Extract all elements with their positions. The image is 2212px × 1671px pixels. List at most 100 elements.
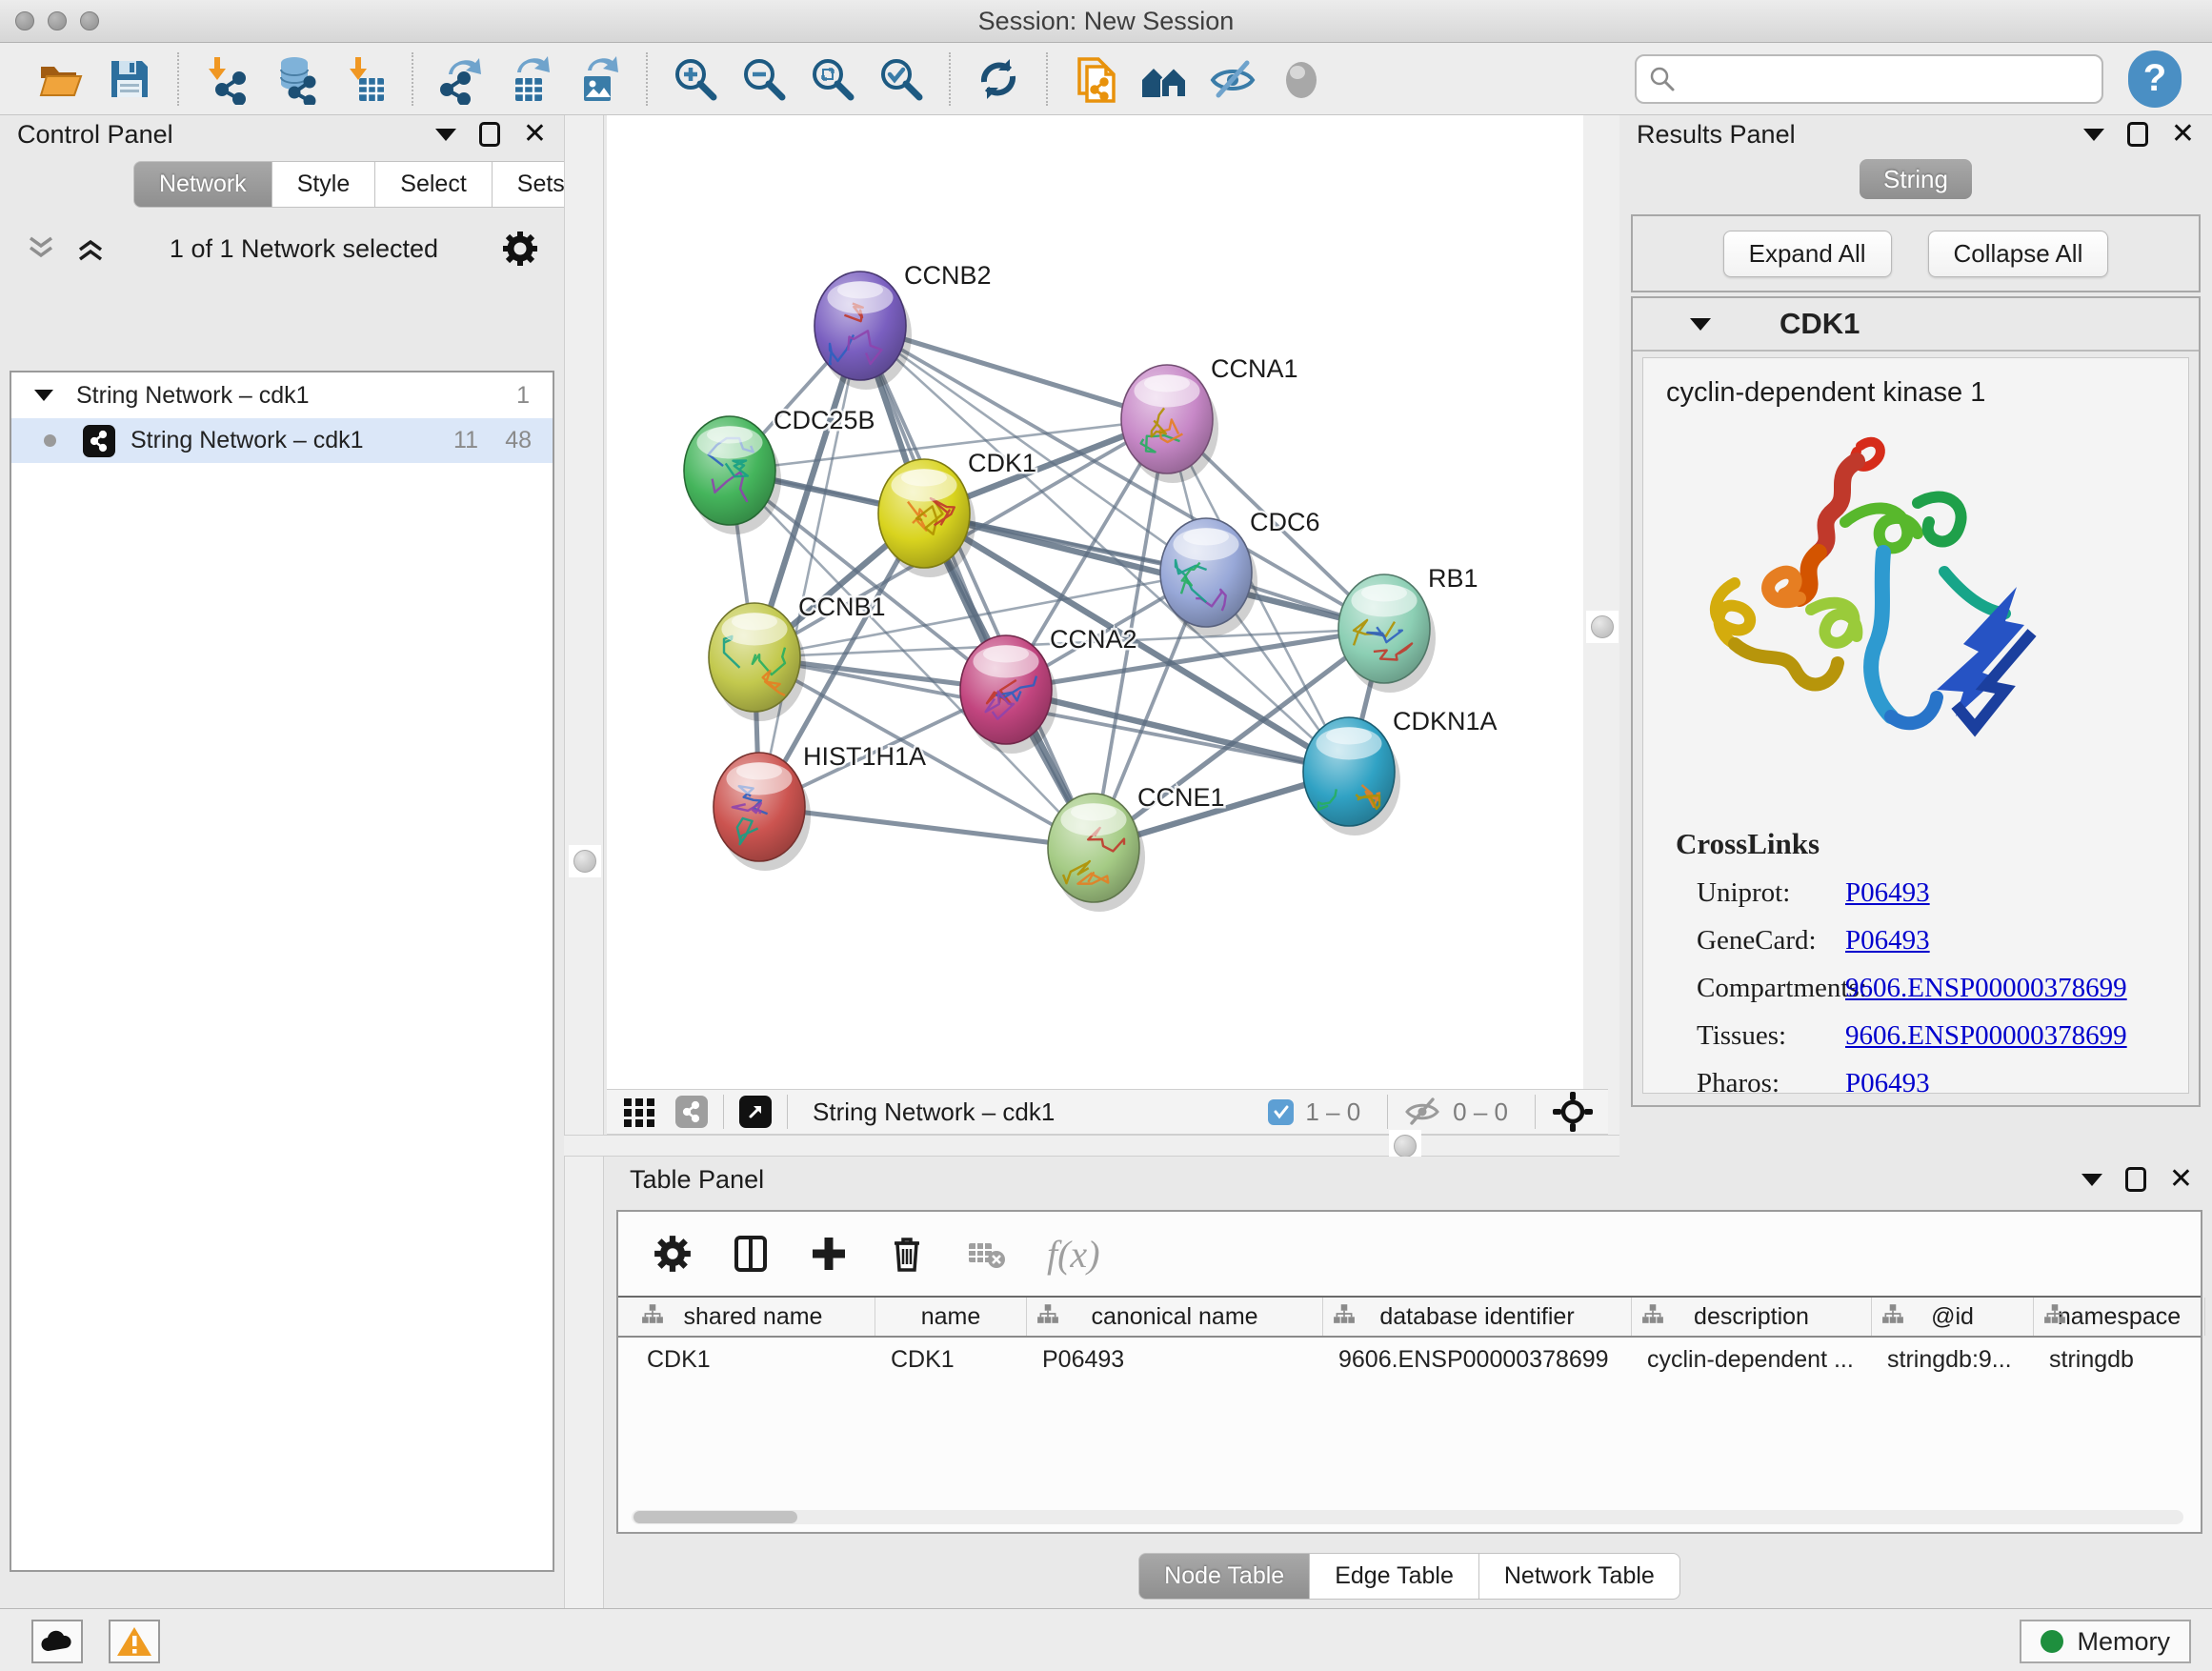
show-all-button[interactable]: [1274, 51, 1329, 107]
import-network-file-button[interactable]: [199, 51, 254, 107]
node-CDKN1A[interactable]: [1303, 717, 1395, 826]
import-table-button[interactable]: [336, 51, 392, 107]
search-input[interactable]: [1686, 64, 2090, 93]
network-options-gear-icon[interactable]: [501, 230, 539, 268]
crosslink-link[interactable]: 9606.ENSP00000378699: [1845, 973, 2127, 1004]
open-session-button[interactable]: [33, 51, 89, 107]
right-splitter[interactable]: [1581, 115, 1621, 1157]
tab-network-table[interactable]: Network Table: [1479, 1553, 1680, 1600]
crosslink-row: Uniprot:P06493: [1643, 877, 2188, 909]
node-RB1[interactable]: [1338, 574, 1430, 683]
table-panel: Table Panel ✕: [607, 1157, 2212, 1608]
close-panel-icon[interactable]: ✕: [2171, 120, 2195, 149]
collapse-gene-icon[interactable]: [1690, 318, 1711, 331]
export-image-button[interactable]: [571, 51, 626, 107]
node-CCNB1[interactable]: [709, 603, 800, 712]
crosslink-link[interactable]: P06493: [1845, 1068, 1930, 1094]
show-columns-icon[interactable]: [731, 1234, 771, 1274]
tab-node-table[interactable]: Node Table: [1138, 1553, 1310, 1600]
node-CCNE1[interactable]: [1048, 794, 1139, 902]
table-row[interactable]: CDK1CDK1P064939606.ENSP00000378699cyclin…: [618, 1338, 2201, 1381]
collapse-all-icon[interactable]: [25, 234, 57, 263]
zoom-out-button[interactable]: [736, 51, 792, 107]
table-options-gear-icon[interactable]: [653, 1234, 693, 1274]
close-panel-icon[interactable]: ✕: [523, 120, 547, 149]
gene-header-row[interactable]: CDK1: [1633, 298, 2199, 352]
network-row-selected[interactable]: String Network – cdk1 11 48: [11, 418, 553, 463]
node-CCNA2[interactable]: [960, 635, 1052, 744]
node-CCNA1[interactable]: [1121, 365, 1213, 473]
zoom-fit-button[interactable]: [805, 51, 860, 107]
node-CDC6[interactable]: [1160, 518, 1252, 627]
collapse-all-button[interactable]: Collapse All: [1928, 231, 2109, 277]
save-session-button[interactable]: [102, 51, 157, 107]
panel-menu-icon[interactable]: [435, 129, 456, 141]
zoom-selected-button[interactable]: [874, 51, 929, 107]
center-view-icon[interactable]: [1551, 1090, 1595, 1134]
tab-edge-table[interactable]: Edge Table: [1310, 1553, 1479, 1600]
node-CDC25B[interactable]: [684, 416, 775, 525]
panel-menu-icon[interactable]: [2083, 129, 2104, 141]
table-cell[interactable]: 9606.ENSP00000378699: [1323, 1346, 1632, 1374]
float-panel-icon[interactable]: [479, 122, 500, 147]
float-panel-icon[interactable]: [2127, 122, 2148, 147]
tab-network[interactable]: Network: [133, 161, 272, 208]
splitter-grip[interactable]: [569, 845, 601, 877]
grid-view-icon[interactable]: [620, 1093, 658, 1131]
left-splitter[interactable]: [564, 115, 604, 1608]
zoom-in-button[interactable]: [668, 51, 723, 107]
close-panel-icon[interactable]: ✕: [2169, 1165, 2193, 1194]
cloud-status-button[interactable]: [31, 1620, 83, 1663]
birdseye-view-icon[interactable]: [675, 1096, 708, 1128]
delete-column-icon[interactable]: [887, 1234, 927, 1274]
crosslink-link[interactable]: P06493: [1845, 925, 1930, 956]
warning-status-button[interactable]: [109, 1620, 160, 1663]
network-collection-row[interactable]: String Network – cdk1 1: [11, 372, 553, 418]
panel-menu-icon[interactable]: [2081, 1174, 2102, 1186]
export-table-button[interactable]: [502, 51, 557, 107]
column-header-description[interactable]: description: [1632, 1298, 1872, 1336]
table-cell[interactable]: CDK1: [875, 1346, 1027, 1374]
crosslink-link[interactable]: P06493: [1845, 877, 1930, 909]
clone-network-button[interactable]: [1068, 51, 1123, 107]
title-bar: Session: New Session: [0, 0, 2212, 43]
tab-select[interactable]: Select: [375, 161, 492, 208]
node-CDK1[interactable]: [878, 459, 970, 568]
help-button[interactable]: ?: [2128, 50, 2182, 108]
table-cell[interactable]: cyclin-dependent ...: [1632, 1346, 1872, 1374]
tree-expand-icon[interactable]: [34, 390, 53, 401]
export-image-icon: [573, 53, 624, 105]
table-horizontal-scrollbar[interactable]: [632, 1510, 2183, 1524]
memory-button[interactable]: Memory: [2020, 1620, 2191, 1663]
table-cell[interactable]: stringdb:9...: [1872, 1346, 2034, 1374]
column-header-namespace[interactable]: namespace: [2034, 1298, 2205, 1336]
expand-all-button[interactable]: Expand All: [1723, 231, 1892, 277]
node-CCNB2[interactable]: [814, 272, 906, 380]
splitter-grip[interactable]: [1586, 611, 1619, 643]
first-neighbors-button[interactable]: [1136, 51, 1192, 107]
add-column-icon[interactable]: [809, 1234, 849, 1274]
node-label-CCNB2: CCNB2: [904, 261, 992, 290]
expand-all-icon[interactable]: [74, 234, 107, 263]
tab-string[interactable]: String: [1860, 159, 1972, 199]
refresh-layout-button[interactable]: [971, 51, 1026, 107]
table-cell[interactable]: P06493: [1027, 1346, 1323, 1374]
column-header-database-identifier[interactable]: database identifier: [1323, 1298, 1632, 1336]
crosslink-link[interactable]: 9606.ENSP00000378699: [1845, 1020, 2127, 1052]
hide-selected-button[interactable]: [1205, 51, 1260, 107]
detach-view-icon[interactable]: [739, 1096, 772, 1128]
table-cell[interactable]: CDK1: [632, 1346, 875, 1374]
export-network-button[interactable]: [433, 51, 489, 107]
column-header-name[interactable]: name: [875, 1298, 1027, 1336]
selected-checkbox[interactable]: [1268, 1099, 1294, 1125]
node-HIST1H1A[interactable]: [714, 753, 805, 861]
column-header--id[interactable]: @id: [1872, 1298, 2034, 1336]
tab-style[interactable]: Style: [272, 161, 376, 208]
network-canvas[interactable]: CCNB2CCNA1CDC25BCDK1CDC6RB1CCNB1CCNA2CDK…: [607, 115, 1583, 1089]
column-header-canonical-name[interactable]: canonical name: [1027, 1298, 1323, 1336]
import-network-database-button[interactable]: [268, 51, 323, 107]
table-cell[interactable]: stringdb: [2034, 1346, 2205, 1374]
float-panel-icon[interactable]: [2125, 1167, 2146, 1192]
column-header-shared-name[interactable]: shared name: [632, 1298, 875, 1336]
edge-CCNB2-HIST1H1A[interactable]: [759, 326, 860, 807]
